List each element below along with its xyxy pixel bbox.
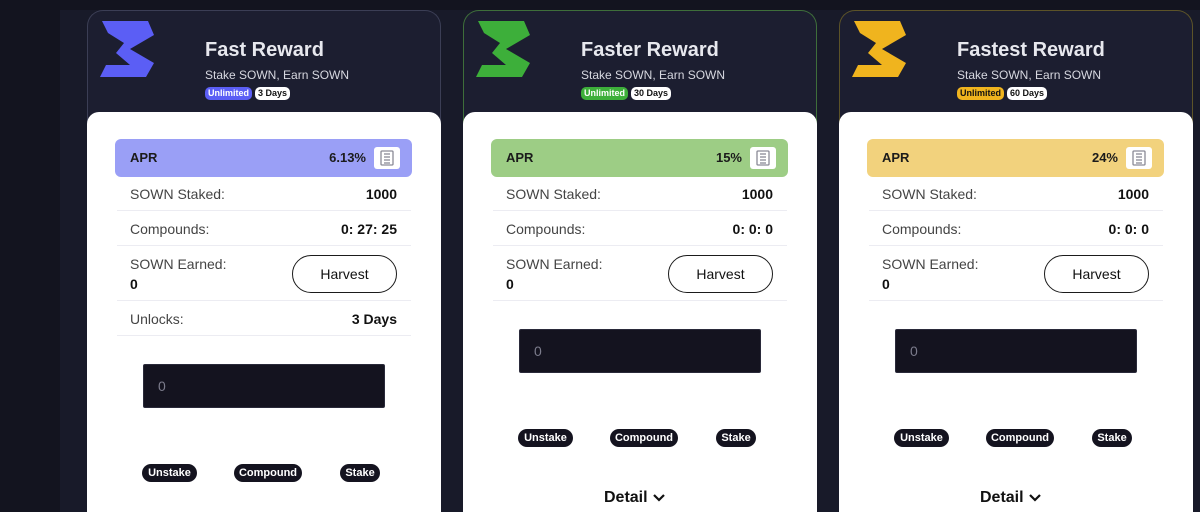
- apr-bar: APR 15%: [491, 139, 788, 177]
- earned-label: SOWN Earned:: [130, 256, 227, 272]
- apr-value: 6.13%: [329, 150, 366, 165]
- duration-badge: 60 Days: [1007, 87, 1048, 100]
- compounds-value: 0: 27: 25: [340, 221, 397, 237]
- compounds-label: Compounds:: [506, 221, 586, 237]
- earned-value: 0: [130, 276, 138, 292]
- staked-row: SOWN Staked: 1000: [493, 177, 787, 211]
- stake-amount-input[interactable]: [895, 329, 1137, 373]
- compound-button[interactable]: Compound: [610, 429, 678, 447]
- unlimited-badge: Unlimited: [957, 87, 1005, 100]
- compounds-label: Compounds:: [882, 221, 962, 237]
- calculator-icon[interactable]: [1126, 147, 1152, 169]
- earned-value: 0: [506, 276, 514, 292]
- staked-row: SOWN Staked: 1000: [117, 177, 411, 211]
- compound-button[interactable]: Compound: [986, 429, 1054, 447]
- unlocks-label: Unlocks:: [130, 311, 184, 327]
- harvest-button[interactable]: Harvest: [292, 255, 397, 293]
- pool-logo-icon: [476, 21, 530, 77]
- pool-badges: Unlimited 30 Days: [581, 87, 672, 100]
- pool-badges: Unlimited 60 Days: [957, 87, 1048, 100]
- earned-label: SOWN Earned:: [506, 256, 603, 272]
- pool-badges: Unlimited 3 Days: [205, 87, 291, 100]
- staked-value: 1000: [1117, 186, 1149, 202]
- staked-row: SOWN Staked: 1000: [869, 177, 1163, 211]
- staked-value: 1000: [741, 186, 773, 202]
- unlimited-badge: Unlimited: [581, 87, 629, 100]
- pool-card-fast: Fast Reward Stake SOWN, Earn SOWN Unlimi…: [87, 10, 441, 512]
- compounds-row: Compounds: 0: 0: 0: [493, 212, 787, 246]
- stake-button[interactable]: Stake: [1092, 429, 1132, 447]
- apr-value: 24%: [1091, 150, 1118, 165]
- apr-bar: APR 24%: [867, 139, 1164, 177]
- stake-button[interactable]: Stake: [340, 464, 380, 482]
- harvest-button[interactable]: Harvest: [1044, 255, 1149, 293]
- pool-title: Fastest Reward: [957, 39, 1105, 61]
- harvest-button[interactable]: Harvest: [668, 255, 773, 293]
- unlocks-row: Unlocks: 3 Days: [117, 302, 411, 336]
- stake-amount-input[interactable]: [519, 329, 761, 373]
- unlocks-value: 3 Days: [351, 311, 397, 327]
- pool-subtitle: Stake SOWN, Earn SOWN: [957, 68, 1102, 82]
- unstake-button[interactable]: Unstake: [518, 429, 573, 447]
- pool-panel: APR 24% SOWN Staked: 1000 Compounds: 0: …: [839, 112, 1193, 512]
- compounds-row: Compounds: 0: 27: 25: [117, 212, 411, 246]
- apr-label: APR: [130, 150, 158, 165]
- compound-button[interactable]: Compound: [234, 464, 302, 482]
- compounds-row: Compounds: 0: 0: 0: [869, 212, 1163, 246]
- pool-logo-icon: [100, 21, 154, 77]
- detail-label: Detail: [980, 489, 1024, 506]
- compounds-value: 0: 0: 0: [732, 221, 773, 237]
- earned-label: SOWN Earned:: [882, 256, 979, 272]
- apr-bar: APR 6.13%: [115, 139, 412, 177]
- detail-toggle[interactable]: Detail: [604, 489, 666, 507]
- detail-toggle[interactable]: Detail: [980, 489, 1042, 507]
- staked-label: SOWN Staked:: [882, 186, 977, 202]
- unlimited-badge: Unlimited: [205, 87, 253, 100]
- pool-card-fastest: Fastest Reward Stake SOWN, Earn SOWN Unl…: [839, 10, 1193, 512]
- duration-badge: 3 Days: [255, 87, 291, 100]
- calculator-icon[interactable]: [374, 147, 400, 169]
- compounds-value: 0: 0: 0: [1108, 221, 1149, 237]
- earned-value: 0: [882, 276, 890, 292]
- top-bar: [60, 0, 1200, 10]
- pool-title: Faster Reward: [581, 39, 719, 61]
- pool-card-faster: Faster Reward Stake SOWN, Earn SOWN Unli…: [463, 10, 817, 512]
- staked-label: SOWN Staked:: [506, 186, 601, 202]
- pool-panel: APR 6.13% SOWN Staked: 1000 Compounds: 0…: [87, 112, 441, 512]
- pool-subtitle: Stake SOWN, Earn SOWN: [581, 68, 726, 82]
- duration-badge: 30 Days: [631, 87, 672, 100]
- apr-label: APR: [882, 150, 910, 165]
- stake-button[interactable]: Stake: [716, 429, 756, 447]
- chevron-down-icon: [1028, 494, 1041, 502]
- staked-value: 1000: [365, 186, 397, 202]
- pool-title: Fast Reward: [205, 39, 324, 61]
- apr-label: APR: [506, 150, 534, 165]
- unstake-button[interactable]: Unstake: [894, 429, 949, 447]
- chevron-down-icon: [652, 494, 665, 502]
- compounds-label: Compounds:: [130, 221, 210, 237]
- unstake-button[interactable]: Unstake: [142, 464, 197, 482]
- apr-value: 15%: [715, 150, 742, 165]
- pool-panel: APR 15% SOWN Staked: 1000 Compounds: 0: …: [463, 112, 817, 512]
- pool-logo-icon: [852, 21, 906, 77]
- detail-label: Detail: [604, 489, 648, 506]
- stake-amount-input[interactable]: [143, 364, 385, 408]
- pool-subtitle: Stake SOWN, Earn SOWN: [205, 68, 350, 82]
- staked-label: SOWN Staked:: [130, 186, 225, 202]
- calculator-icon[interactable]: [750, 147, 776, 169]
